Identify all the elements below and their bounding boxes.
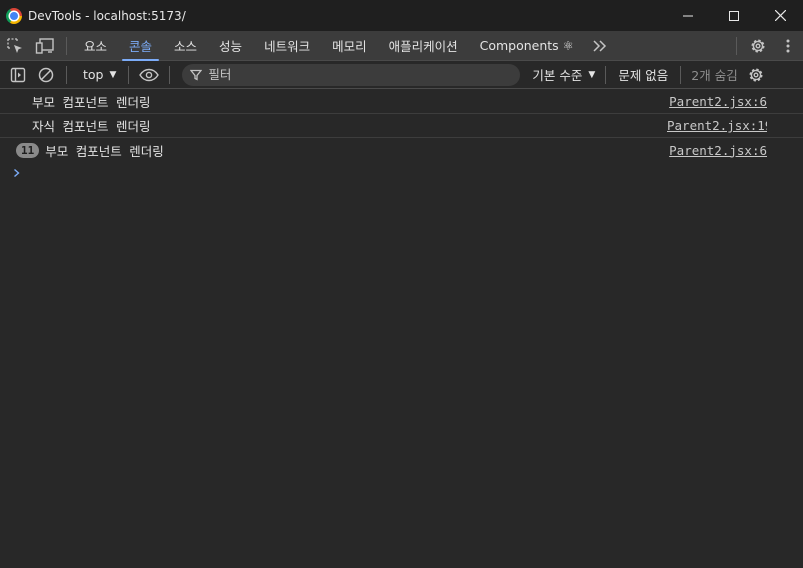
device-toggle-icon xyxy=(35,37,54,54)
hidden-messages-count: 2개 숨김 xyxy=(691,68,738,83)
tab-application[interactable]: 애플리케이션 xyxy=(378,31,469,61)
live-expression-button[interactable] xyxy=(135,61,163,89)
console-message: 부모 컴포넌트 렌더링 Parent2.jsx:6 xyxy=(0,90,803,114)
tab-network[interactable]: 네트워크 xyxy=(253,31,321,61)
console-settings-button[interactable] xyxy=(742,61,770,89)
chevron-right-icon xyxy=(14,168,20,178)
panel-tab-bar: 요소 콘솔 소스 성능 네트워크 메모리 애플리케이션 Components ⚛ xyxy=(0,31,803,61)
maximize-button[interactable] xyxy=(711,0,757,31)
source-link[interactable]: Parent2.jsx:6 xyxy=(669,94,767,109)
more-tabs-button[interactable] xyxy=(585,31,615,61)
tab-console[interactable]: 콘솔 xyxy=(118,31,163,61)
tab-sources[interactable]: 소스 xyxy=(163,31,208,61)
divider xyxy=(680,65,682,84)
close-button[interactable] xyxy=(757,0,803,31)
filter-input[interactable] xyxy=(208,67,489,82)
console-output: 부모 컴포넌트 렌더링 Parent2.jsx:6 자식 컴포넌트 렌더링 Pa… xyxy=(0,90,803,568)
console-message: 자식 컴포넌트 렌더링 Parent2.jsx:19 xyxy=(0,114,803,138)
console-message-text: 자식 컴포넌트 렌더링 xyxy=(32,119,151,134)
issues-counter[interactable]: 문제 없음 xyxy=(612,65,674,84)
repeat-count-badge: 11 xyxy=(16,142,40,158)
console-message-text: 부모 컴포넌트 렌더링 xyxy=(32,95,151,110)
tab-performance[interactable]: 성능 xyxy=(208,31,253,61)
chevron-double-right-icon xyxy=(593,39,606,52)
filter-box xyxy=(182,63,521,86)
window-title: DevTools - localhost:5173/ xyxy=(28,8,186,23)
title-bar: DevTools - localhost:5173/ xyxy=(0,0,803,31)
minimize-icon xyxy=(683,15,693,16)
eye-icon xyxy=(139,68,160,81)
gear-icon xyxy=(749,68,763,81)
filter-funnel-icon xyxy=(190,69,203,81)
close-icon xyxy=(774,10,786,21)
tab-components[interactable]: Components ⚛ xyxy=(469,31,585,61)
divider xyxy=(736,37,737,55)
inspect-element-button[interactable] xyxy=(0,31,30,61)
source-link[interactable]: Parent2.jsx:19 xyxy=(667,118,767,133)
sidebar-toggle-icon xyxy=(10,67,26,82)
log-levels-dropdown[interactable]: 기본 수준 ▼ xyxy=(532,65,595,84)
settings-button[interactable] xyxy=(743,31,773,61)
divider xyxy=(128,65,130,84)
tab-memory[interactable]: 메모리 xyxy=(321,31,378,61)
console-message: 11 부모 컴포넌트 렌더링 Parent2.jsx:6 xyxy=(0,138,803,162)
customize-menu-button[interactable] xyxy=(773,31,803,61)
maximize-icon xyxy=(729,10,739,21)
minimize-button[interactable] xyxy=(665,0,711,31)
console-toolbar: top ▼ 기본 수준 ▼ 문제 없음 2개 숨김 xyxy=(0,61,803,89)
divider xyxy=(169,65,171,84)
tab-bar-actions xyxy=(730,31,803,61)
chrome-logo-icon xyxy=(6,7,22,24)
device-toolbar-button[interactable] xyxy=(30,31,60,61)
console-message-text: 부모 컴포넌트 렌더링 xyxy=(45,143,164,159)
divider xyxy=(66,36,67,55)
log-levels-label: 기본 수준 xyxy=(532,68,583,83)
caret-down-icon: ▼ xyxy=(588,69,596,80)
divider xyxy=(66,65,67,84)
caret-down-icon: ▼ xyxy=(109,69,117,80)
inspect-element-icon xyxy=(7,37,22,53)
context-selector[interactable]: top ▼ xyxy=(73,61,122,89)
context-selector-label: top xyxy=(83,67,104,82)
kebab-menu-icon xyxy=(786,39,790,53)
sidebar-toggle-button[interactable] xyxy=(4,61,32,89)
clear-console-button[interactable] xyxy=(32,61,60,89)
gear-icon xyxy=(751,39,765,53)
tab-elements[interactable]: 요소 xyxy=(73,31,118,61)
window-controls xyxy=(665,0,803,31)
console-prompt[interactable] xyxy=(0,162,803,184)
source-link[interactable]: Parent2.jsx:6 xyxy=(669,143,767,158)
divider xyxy=(605,65,607,84)
clear-circle-icon xyxy=(38,67,54,82)
